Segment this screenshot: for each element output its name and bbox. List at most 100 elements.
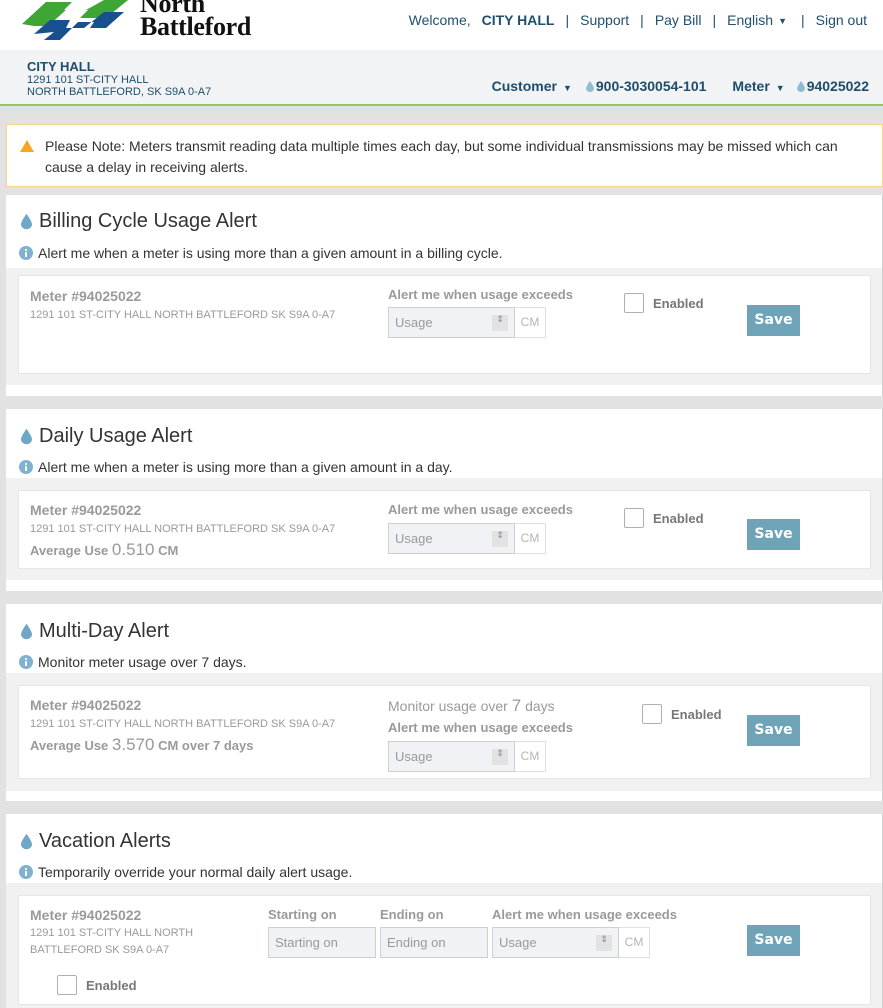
average-use-unit: CM (158, 543, 179, 558)
exceeds-label: Alert me when usage exceeds (492, 907, 677, 922)
info-icon (19, 655, 33, 669)
meter-number-label: Meter #94025022 (30, 288, 142, 304)
meter-dropdown[interactable]: Meter ▼ (732, 78, 796, 94)
section-description: Monitor meter usage over 7 days. (19, 654, 247, 670)
meter-address: 1291 101 ST-CITY HALL NORTH BATTLEFORD S… (30, 523, 336, 535)
average-use-value: 0.510 (111, 540, 155, 559)
meter-address: 1291 101 ST-CITY HALL NORTH BATTLEFORD S… (30, 718, 336, 730)
save-button[interactable]: Save (747, 715, 800, 746)
nav-separator: | (712, 12, 717, 28)
checkbox-box[interactable] (57, 975, 77, 995)
warning-triangle-icon (20, 140, 34, 152)
save-button[interactable]: Save (747, 519, 800, 550)
usage-field[interactable]: Usage ⇕ (388, 307, 515, 338)
usage-placeholder: Usage (395, 531, 433, 546)
section-title-text: Vacation Alerts (39, 830, 171, 852)
average-use: Average Use 0.510 CM (30, 540, 178, 560)
enabled-checkbox[interactable]: Enabled (624, 293, 704, 313)
section-title: Billing Cycle Usage Alert (21, 210, 257, 233)
section-title-text: Billing Cycle Usage Alert (39, 210, 257, 232)
checkbox-box[interactable] (624, 293, 644, 313)
account-address: 1291 101 ST-CITY HALL NORTH BATTLEFORD, … (27, 74, 211, 98)
section-title: Daily Usage Alert (21, 425, 192, 448)
info-icon (19, 460, 33, 474)
account-bar: CITY HALL 1291 101 ST-CITY HALL NORTH BA… (0, 50, 883, 106)
top-header: North Battleford Welcome, CITY HALL | Su… (0, 0, 883, 50)
average-use-label: Average Use (30, 543, 109, 558)
user-name-link[interactable]: CITY HALL (482, 12, 555, 28)
caret-down-icon: ▼ (778, 16, 787, 27)
vacation-alerts-card: Vacation Alerts Temporarily override you… (6, 814, 883, 1008)
section-body: Meter #94025022 1291 101 ST-CITY HALL NO… (6, 673, 882, 791)
checkbox-box[interactable] (642, 704, 662, 724)
spinner-icon[interactable]: ⇕ (492, 749, 508, 765)
sign-out-link[interactable]: Sign out (816, 12, 867, 28)
usage-field[interactable]: Usage ⇕ (492, 927, 619, 958)
spinner-icon[interactable]: ⇕ (492, 315, 508, 331)
meter-alert-row: Meter #94025022 1291 101 ST-CITY HALL NO… (18, 685, 871, 779)
meter-number: 94025022 (806, 78, 869, 94)
section-title-text: Multi-Day Alert (39, 620, 170, 642)
usage-input[interactable]: Usage ⇕ CM (388, 523, 546, 554)
customer-label: Customer (491, 78, 557, 94)
end-date-input[interactable]: Ending on (380, 927, 488, 958)
save-button[interactable]: Save (747, 925, 800, 956)
notice-text: Please Note: Meters transmit reading dat… (45, 138, 838, 175)
spinner-icon[interactable]: ⇕ (596, 935, 612, 951)
logo-line2: Battleford (140, 12, 252, 41)
info-icon (19, 865, 33, 879)
enabled-checkbox[interactable]: Enabled (57, 975, 137, 995)
monitor-days-label: Monitor usage over 7 days (388, 696, 555, 716)
billing-cycle-alert-card: Billing Cycle Usage Alert Alert me when … (6, 195, 883, 396)
meter-number-label: Meter #94025022 (30, 502, 142, 518)
support-link[interactable]: Support (580, 12, 629, 28)
meter-label: Meter (732, 78, 770, 94)
nav-separator: | (640, 12, 644, 28)
language-label: English (727, 12, 774, 28)
language-dropdown[interactable]: English ▼ (727, 12, 787, 28)
exceeds-label: Alert me when usage exceeds (388, 287, 573, 302)
usage-field[interactable]: Usage ⇕ (388, 523, 515, 554)
exceeds-label: Alert me when usage exceeds (388, 502, 573, 517)
section-description: Alert me when a meter is using more than… (19, 245, 503, 261)
exceeds-label: Alert me when usage exceeds (388, 720, 573, 735)
save-button[interactable]: Save (747, 305, 800, 336)
north-battleford-logo[interactable]: North Battleford (20, 0, 280, 46)
account-address-line1: 1291 101 ST-CITY HALL (27, 74, 149, 86)
section-description-text: Monitor meter usage over 7 days. (38, 654, 247, 670)
water-drop-icon (21, 213, 32, 230)
start-date-input[interactable]: Starting on (268, 927, 376, 958)
meter-address: 1291 101 ST-CITY HALL NORTH BATTLEFORD S… (30, 309, 336, 321)
enabled-checkbox[interactable]: Enabled (642, 704, 722, 724)
water-drop-icon (21, 428, 32, 445)
spinner-icon[interactable]: ⇕ (492, 531, 508, 547)
section-body: Meter #94025022 1291 101 ST-CITY HALL NO… (6, 268, 882, 385)
customer-dropdown[interactable]: Customer ▼ (492, 78, 586, 94)
nav-separator: | (800, 12, 805, 28)
meter-alert-row: Meter #94025022 1291 101 ST-CITY HALL NO… (18, 490, 871, 569)
enabled-checkbox[interactable]: Enabled (624, 508, 704, 528)
meter-address: 1291 101 ST-CITY HALL NORTH BATTLEFORD S… (30, 927, 194, 956)
pay-bill-link[interactable]: Pay Bill (655, 12, 702, 28)
section-description-text: Temporarily override your normal daily a… (38, 864, 353, 880)
multi-day-alert-card: Multi-Day Alert Monitor meter usage over… (6, 604, 883, 801)
section-body: Meter #94025022 1291 101 ST-CITY HALL NO… (6, 883, 882, 1008)
welcome-text: Welcome, (408, 12, 471, 28)
unit-label: CM (515, 307, 546, 338)
monitor-days-value: 7 (511, 696, 522, 715)
usage-input[interactable]: Usage ⇕ CM (388, 307, 546, 338)
water-drop-icon (21, 833, 32, 850)
notice-banner: Please Note: Meters transmit reading dat… (6, 124, 883, 187)
logo-wave-icon (22, 0, 128, 40)
top-nav: Welcome, CITY HALL | Support | Pay Bill … (409, 12, 867, 28)
checkbox-box[interactable] (624, 508, 644, 528)
usage-field[interactable]: Usage ⇕ (388, 741, 515, 772)
meter-number-label: Meter #94025022 (30, 907, 142, 923)
usage-input[interactable]: Usage ⇕ CM (492, 927, 650, 958)
unit-label: CM (515, 741, 546, 772)
section-description: Alert me when a meter is using more than… (19, 459, 453, 475)
unit-label: CM (515, 523, 546, 554)
usage-input[interactable]: Usage ⇕ CM (388, 741, 546, 772)
section-title-text: Daily Usage Alert (39, 425, 193, 447)
account-selectors: Customer ▼ 900-3030054-101 Meter ▼ 9402502… (492, 78, 869, 94)
